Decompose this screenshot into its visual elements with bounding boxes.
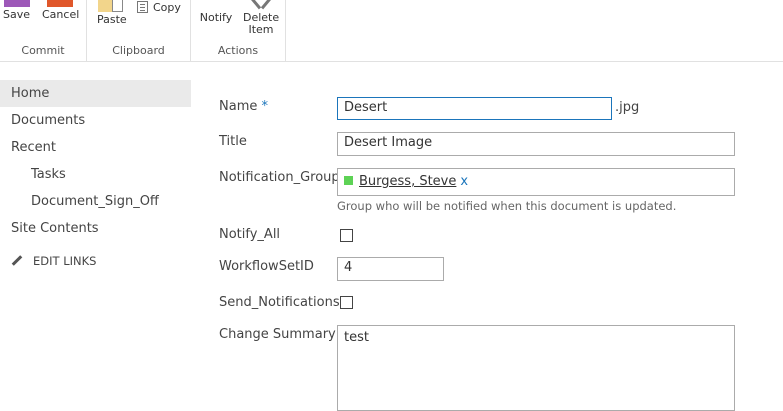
workflow-set-id-input[interactable]: 4	[337, 257, 444, 281]
nav-item-document-sign-off[interactable]: Document_Sign_Off	[0, 188, 191, 215]
ribbon-group-commit: Save Cancel Commit	[0, 0, 87, 61]
copy-button[interactable]: Copy	[137, 1, 181, 14]
nav-item-tasks[interactable]: Tasks	[0, 161, 191, 188]
paste-button[interactable]: Paste	[97, 0, 127, 26]
notification-group-help: Group who will be notified when this doc…	[337, 199, 677, 213]
ribbon-group-label-clipboard: Clipboard	[112, 44, 165, 57]
change-summary-label: Change Summary	[219, 327, 336, 342]
save-icon	[3, 0, 30, 7]
delete-item-button[interactable]: Delete Item	[243, 0, 279, 36]
name-input[interactable]: Desert	[337, 97, 612, 120]
person-link[interactable]: Burgess, Steve	[359, 174, 456, 189]
pencil-icon	[11, 255, 23, 266]
name-label: Name *	[219, 99, 268, 114]
delete-icon	[248, 0, 274, 10]
notify-button[interactable]: Notify	[199, 12, 233, 24]
edit-links-button[interactable]: EDIT LINKS	[0, 251, 191, 271]
cancel-button[interactable]: Cancel	[42, 0, 80, 21]
notification-group-people-picker[interactable]: Burgess, Steve x	[337, 168, 735, 196]
edit-links-label: EDIT LINKS	[33, 254, 97, 268]
ribbon-group-label-commit: Commit	[21, 44, 65, 57]
copy-label: Copy	[153, 1, 181, 14]
notify-all-label: Notify_All	[219, 227, 281, 242]
notify-all-checkbox[interactable]	[340, 229, 353, 242]
nav-item-documents[interactable]: Documents	[0, 107, 191, 134]
change-summary-textarea[interactable]: test	[337, 325, 735, 411]
ribbon-group-clipboard: Paste Copy Clipboard	[87, 0, 191, 61]
paste-label: Paste	[97, 13, 127, 26]
notify-label: Notify	[199, 11, 233, 24]
delete-label-line2: Item	[248, 23, 274, 36]
nav-item-site-contents[interactable]: Site Contents	[0, 215, 191, 242]
name-label-text: Name	[219, 99, 258, 114]
cancel-icon	[47, 0, 73, 7]
title-input[interactable]: Desert Image	[337, 132, 735, 156]
ribbon-group-actions: Notify Delete Item Actions	[191, 0, 286, 61]
save-button[interactable]: Save	[0, 0, 33, 21]
ribbon-group-label-actions: Actions	[217, 44, 259, 57]
nav-item-recent[interactable]: Recent	[0, 134, 191, 161]
notification-group-label: Notification_Group	[219, 170, 340, 185]
copy-icon	[137, 1, 148, 13]
ribbon: Save Cancel Commit Paste Copy Clipboard …	[0, 0, 783, 62]
save-label: Save	[2, 8, 30, 21]
presence-icon	[344, 176, 353, 185]
required-mark: *	[261, 99, 269, 114]
left-navigation: Home Documents Recent Tasks Document_Sig…	[0, 80, 191, 271]
workflow-set-id-label: WorkflowSetID	[219, 259, 314, 274]
title-label: Title	[219, 134, 247, 149]
cancel-label: Cancel	[42, 8, 80, 21]
paste-icon	[98, 0, 124, 12]
remove-person-icon[interactable]: x	[460, 174, 468, 189]
send-notifications-checkbox[interactable]	[340, 296, 353, 309]
nav-item-home[interactable]: Home	[0, 80, 191, 107]
file-extension: .jpg	[615, 100, 640, 115]
send-notifications-label: Send_Notifications	[219, 295, 340, 310]
